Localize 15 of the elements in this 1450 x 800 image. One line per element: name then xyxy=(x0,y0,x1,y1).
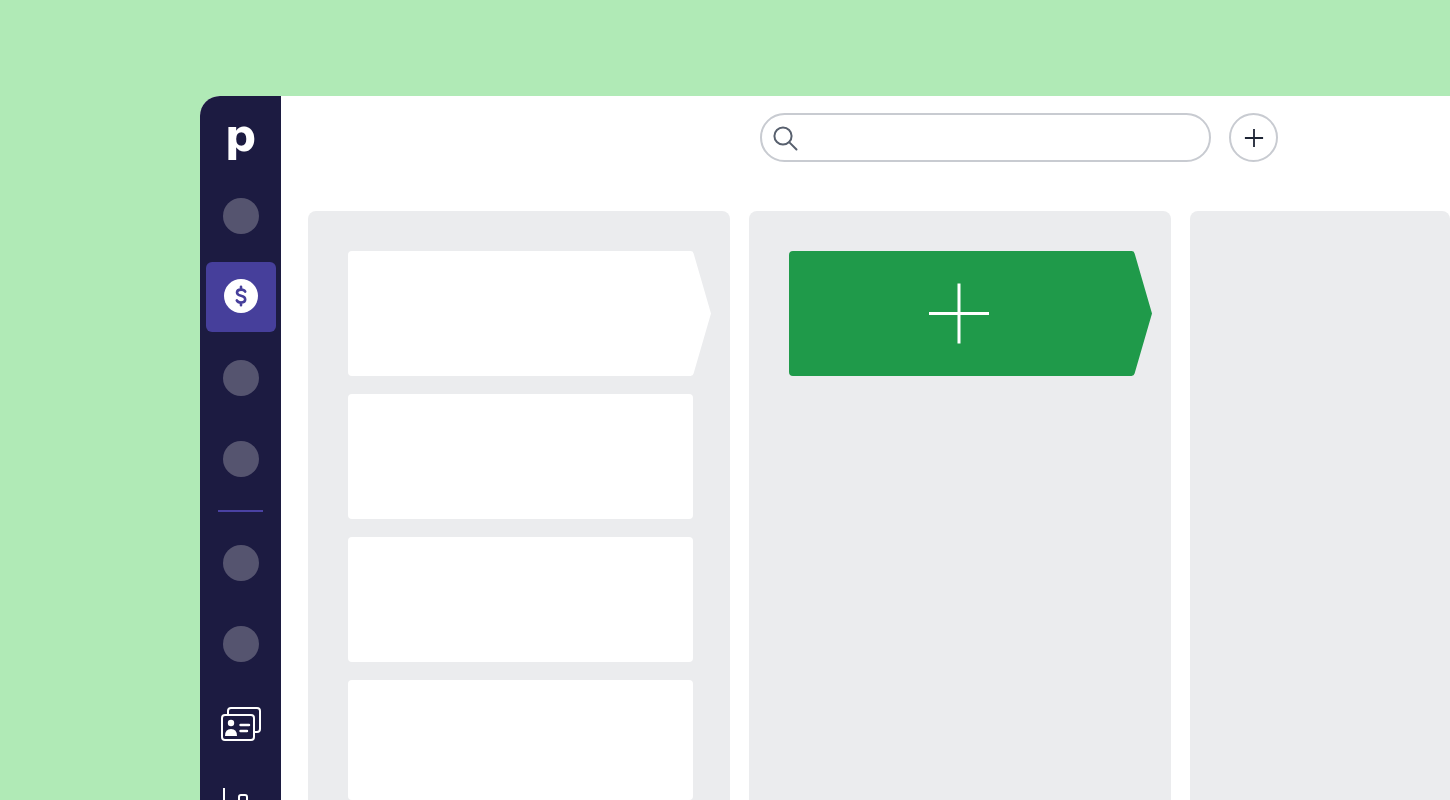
logo[interactable]: p xyxy=(224,113,257,158)
dollar-icon xyxy=(223,279,258,313)
search-icon xyxy=(772,124,798,151)
add-deal-button[interactable] xyxy=(789,251,1152,376)
sidebar-item[interactable] xyxy=(205,262,276,332)
contact-cards-icon xyxy=(220,707,261,741)
circle-icon xyxy=(222,198,259,234)
add-button[interactable] xyxy=(1229,113,1278,162)
circle-icon xyxy=(222,545,259,581)
plus-icon xyxy=(927,282,991,345)
circle-icon xyxy=(222,626,259,662)
circle-icon xyxy=(222,441,259,477)
search-field[interactable] xyxy=(760,113,1211,162)
circle-icon xyxy=(222,360,259,396)
plus-icon xyxy=(1243,127,1264,148)
